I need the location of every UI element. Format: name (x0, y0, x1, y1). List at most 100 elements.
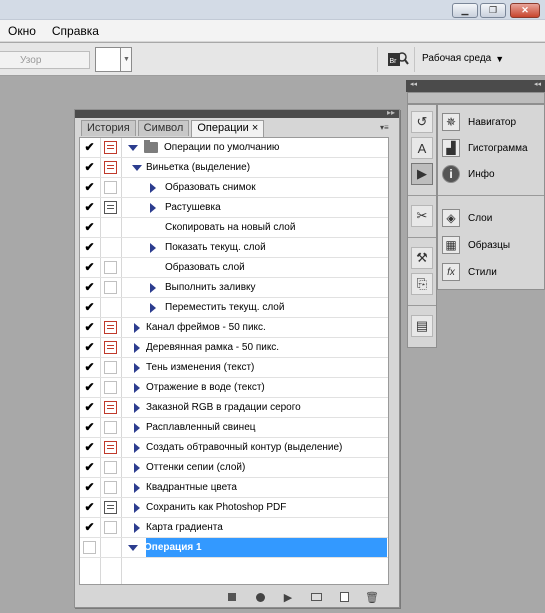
step-row[interactable]: ✔ Скопировать на новый слой (80, 218, 388, 238)
toggle-item-checkbox[interactable]: ✔ (83, 281, 96, 294)
toggle-item-checkbox[interactable]: ✔ (83, 401, 96, 414)
disclosure-triangle-icon[interactable] (134, 483, 140, 493)
step-row[interactable]: ✔ Образовать снимок (80, 178, 388, 198)
action-set-row[interactable]: ✔ Операции по умолчанию (80, 138, 388, 158)
tab-actions[interactable]: Операции × (191, 120, 265, 137)
toggle-dialog-icon[interactable] (104, 201, 117, 214)
toggle-item-checkbox[interactable]: ✔ (83, 481, 96, 494)
disclosure-triangle-icon[interactable] (128, 145, 138, 151)
notes-panel-icon[interactable]: ▤ (411, 315, 433, 337)
character-panel-icon[interactable]: A (411, 137, 433, 159)
toggle-dialog-icon[interactable] (104, 401, 117, 414)
brush-panel-icon[interactable]: ⚒ (411, 247, 433, 269)
delete-button[interactable]: 🗑 (365, 590, 379, 604)
history-panel-icon[interactable]: ↺ (411, 111, 433, 133)
toggle-item-checkbox[interactable]: ✔ (83, 201, 96, 214)
close-button[interactable]: ✕ (510, 3, 540, 18)
action-row[interactable]: ✔ Квадрантные цвета (80, 478, 388, 498)
workspace-menu[interactable]: Рабочая среда ▼ (422, 53, 504, 64)
dock-item-swatches[interactable]: ▦ Образцы (442, 234, 510, 256)
disclosure-triangle-icon[interactable] (134, 423, 140, 433)
menu-window[interactable]: Окно (0, 24, 44, 38)
disclosure-triangle-icon[interactable] (134, 463, 140, 473)
dock-item-navigator[interactable]: ✵ Навигатор (442, 111, 516, 133)
toggle-dialog-icon[interactable] (104, 281, 117, 294)
minimize-button[interactable]: ▁ (452, 3, 478, 18)
toggle-dialog-icon[interactable] (104, 261, 117, 274)
collapse-icon[interactable]: ◂◂ (534, 80, 541, 88)
toggle-item-checkbox[interactable]: ✔ (83, 521, 96, 534)
action-row[interactable]: ✔ Заказной RGB в градации серого (80, 398, 388, 418)
record-button[interactable] (253, 590, 267, 604)
menu-help[interactable]: Справка (44, 24, 107, 38)
disclosure-triangle-icon[interactable] (150, 183, 156, 193)
action-row[interactable]: ✔ Деревянная рамка - 50 пикс. (80, 338, 388, 358)
disclosure-triangle-icon[interactable] (134, 363, 140, 373)
action-row[interactable]: ✔ Виньетка (выделение) (80, 158, 388, 178)
action-row[interactable]: ✔ Тень изменения (текст) (80, 358, 388, 378)
action-row[interactable]: ✔ Карта градиента (80, 518, 388, 538)
disclosure-triangle-icon[interactable] (150, 303, 156, 313)
tab-character[interactable]: Символ (137, 120, 190, 136)
toggle-dialog-icon[interactable] (104, 161, 117, 174)
toggle-dialog-icon[interactable] (104, 341, 117, 354)
toggle-dialog-icon[interactable] (104, 501, 117, 514)
disclosure-triangle-icon[interactable] (134, 443, 140, 453)
toggle-dialog-icon[interactable] (104, 441, 117, 454)
disclosure-triangle-icon[interactable] (134, 343, 140, 353)
pattern-field[interactable]: Узор (0, 51, 90, 69)
chevron-down-icon[interactable]: ▼ (122, 56, 131, 63)
dock-item-histogram[interactable]: ▟ Гистограмма (442, 137, 528, 159)
bridge-button[interactable]: Br (385, 49, 411, 69)
dock-grip[interactable] (407, 92, 545, 104)
disclosure-triangle-icon[interactable] (132, 165, 142, 171)
action-row[interactable]: ✔ Отражение в воде (текст) (80, 378, 388, 398)
toggle-item-checkbox[interactable]: ✔ (83, 141, 96, 154)
toggle-item-checkbox[interactable]: ✔ (83, 261, 96, 274)
tools-panel-icon[interactable]: ✂ (411, 205, 433, 227)
toggle-dialog-icon[interactable] (104, 321, 117, 334)
step-row[interactable]: ✔ Образовать слой (80, 258, 388, 278)
step-row[interactable]: ✔ Переместить текущ. слой (80, 298, 388, 318)
toggle-item-checkbox[interactable]: ✔ (83, 241, 96, 254)
toggle-item-checkbox[interactable]: ✔ (83, 501, 96, 514)
tab-history[interactable]: История (81, 120, 136, 136)
disclosure-triangle-icon[interactable] (150, 283, 156, 293)
action-row[interactable]: ✔ Расплавленный свинец (80, 418, 388, 438)
step-row[interactable]: ✔ Растушевка (80, 198, 388, 218)
dock-item-styles[interactable]: fx Стили (442, 261, 497, 283)
toggle-item-checkbox[interactable]: ✔ (83, 321, 96, 334)
new-set-button[interactable] (309, 590, 323, 604)
disclosure-triangle-icon[interactable] (150, 243, 156, 253)
toggle-item-checkbox[interactable]: ✔ (83, 441, 96, 454)
tab-close-icon[interactable]: × (252, 122, 258, 134)
play-button[interactable]: ▶ (281, 590, 295, 604)
actions-panel-icon[interactable]: ▶ (411, 163, 433, 185)
step-row[interactable]: ✔ Показать текущ. слой (80, 238, 388, 258)
toggle-item-checkbox[interactable]: ✔ (83, 301, 96, 314)
toggle-dialog-icon[interactable] (104, 481, 117, 494)
dock-item-info[interactable]: i Инфо (442, 163, 495, 185)
disclosure-triangle-icon[interactable] (134, 323, 140, 333)
toggle-item-checkbox[interactable]: ✔ (83, 461, 96, 474)
toggle-item-checkbox[interactable]: ✔ (83, 361, 96, 374)
step-row[interactable]: ✔ Выполнить заливку (80, 278, 388, 298)
toggle-item-checkbox[interactable]: ✔ (83, 181, 96, 194)
action-set-row[interactable]: Операция 1 (80, 538, 388, 558)
new-action-button[interactable] (337, 590, 351, 604)
pattern-picker[interactable]: ▼ (95, 47, 132, 72)
collapse-icon[interactable]: ▸▸ (387, 108, 395, 117)
toggle-item-checkbox[interactable]: ✔ (83, 221, 96, 234)
disclosure-triangle-icon[interactable] (134, 523, 140, 533)
dock-header[interactable]: ◂◂ ◂◂ (406, 80, 545, 92)
panel-header[interactable]: ▸▸ (75, 108, 399, 118)
toggle-item-checkbox[interactable]: ✔ (83, 341, 96, 354)
panel-menu-icon[interactable]: ▾≡ (380, 123, 389, 132)
action-row[interactable]: ✔ Создать обтравочный контур (выделение) (80, 438, 388, 458)
collapse-icon[interactable]: ◂◂ (410, 80, 417, 88)
action-row[interactable]: ✔ Сохранить как Photoshop PDF (80, 498, 388, 518)
disclosure-triangle-icon[interactable] (150, 203, 156, 213)
toggle-dialog-icon[interactable] (104, 141, 117, 154)
toggle-dialog-icon[interactable] (104, 461, 117, 474)
disclosure-triangle-icon[interactable] (134, 503, 140, 513)
